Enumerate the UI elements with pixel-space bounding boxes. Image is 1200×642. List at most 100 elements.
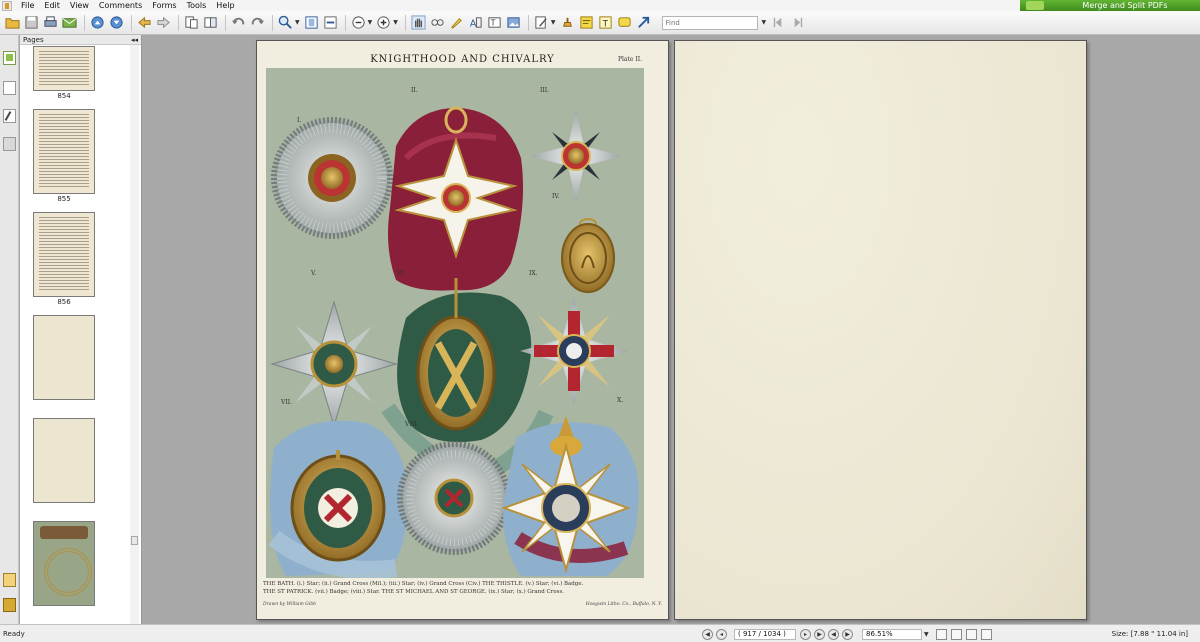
page-thumbnail[interactable] — [33, 315, 95, 400]
status-text: Ready — [3, 630, 25, 638]
email-icon[interactable] — [61, 14, 78, 31]
menu-forms[interactable]: Forms — [147, 0, 181, 11]
edit-icon[interactable] — [533, 14, 550, 31]
facing-view-button[interactable] — [965, 628, 977, 640]
plate-numeral: VI. — [397, 270, 406, 277]
copy-icon[interactable] — [3, 81, 16, 95]
open-icon[interactable] — [4, 14, 21, 31]
forward-icon[interactable] — [155, 14, 172, 31]
last-page-button[interactable]: ▶ — [814, 628, 825, 640]
extract-pages-icon[interactable] — [183, 14, 200, 31]
page-thumbnail[interactable] — [33, 418, 95, 503]
zoom-out-icon[interactable] — [350, 14, 367, 31]
arrow-icon[interactable] — [635, 14, 652, 31]
zoom-out-dropdown-arrow[interactable]: ▼ — [368, 19, 373, 26]
save-icon[interactable] — [23, 14, 40, 31]
single-page-view-button[interactable] — [935, 628, 947, 640]
find-previous-icon[interactable] — [770, 14, 787, 31]
toolbar-separator — [225, 14, 226, 31]
zoom-in-plus-icon[interactable] — [375, 14, 392, 31]
zoom-level-field[interactable]: 86.51% — [862, 628, 922, 640]
page-thumbnail[interactable] — [33, 212, 95, 297]
page-thumbnail-label: 854 — [57, 92, 71, 100]
grand-cross-military — [388, 106, 524, 291]
page-navigation: ◀ ◂ ( 917 / 1034 ) ▸ ▶ ◀ ▶ 86.51% ▼ — [702, 628, 992, 640]
hand-tool-icon[interactable] — [410, 14, 427, 31]
combine-icon[interactable] — [202, 14, 219, 31]
plate-numeral: III. — [540, 87, 550, 94]
page-number-field[interactable]: ( 917 / 1034 ) — [734, 628, 796, 640]
app-icon — [2, 0, 12, 11]
plate-numeral: VIII. — [405, 421, 419, 428]
zoom-in-icon[interactable] — [277, 14, 294, 31]
badge-of-st-patrick — [268, 420, 408, 578]
layers-icon[interactable] — [3, 137, 16, 151]
merge-split-banner[interactable]: Merge and Split PDFs — [1020, 0, 1200, 11]
menu-edit[interactable]: Edit — [39, 0, 65, 11]
menu-view[interactable]: View — [65, 0, 94, 11]
pages-scrollbar-thumb[interactable] — [131, 536, 138, 545]
collapse-panel-icon[interactable]: ◂◂ — [131, 35, 138, 45]
attachments-icon[interactable] — [3, 573, 16, 587]
continuous-facing-view-button[interactable] — [980, 628, 992, 640]
find-next-icon[interactable] — [789, 14, 806, 31]
document-viewport[interactable]: KNIGHTHOOD AND CHIVALRY Plate II. I. II.… — [143, 35, 1200, 624]
paperclip-icon[interactable] — [3, 598, 16, 612]
pages-panel-icon[interactable] — [3, 51, 16, 65]
plate-title: KNIGHTHOOD AND CHIVALRY — [370, 54, 555, 65]
page-thumbnail[interactable] — [33, 46, 95, 91]
menu-bar: File Edit View Comments Forms Tools Help… — [0, 0, 1200, 11]
menu-comments[interactable]: Comments — [94, 0, 147, 11]
toolbar-separator — [178, 14, 179, 31]
select-text-icon[interactable]: A — [467, 14, 484, 31]
first-page-button[interactable]: ◀ — [702, 628, 713, 640]
plate-numeral: X. — [617, 397, 624, 404]
zoom-level-dropdown-arrow[interactable]: ▼ — [924, 631, 929, 638]
svg-text:T: T — [601, 18, 608, 28]
print-icon[interactable] — [42, 14, 59, 31]
previous-page-button[interactable]: ◂ — [716, 628, 727, 640]
next-page-icon[interactable] — [108, 14, 125, 31]
plate-numeral: IV. — [552, 193, 560, 200]
undo-icon[interactable] — [230, 14, 247, 31]
page-thumbnail-current[interactable] — [33, 521, 95, 606]
zoom-dropdown-arrow[interactable]: ▼ — [295, 19, 300, 26]
redo-icon[interactable] — [249, 14, 266, 31]
menu-help[interactable]: Help — [211, 0, 239, 11]
menu-file[interactable]: File — [16, 0, 39, 11]
continuous-view-button[interactable] — [950, 628, 962, 640]
snapshot-icon[interactable] — [429, 14, 446, 31]
plate-numeral: II. — [411, 87, 418, 94]
edit-dropdown-arrow[interactable]: ▼ — [551, 19, 556, 26]
back-view-button[interactable]: ◀ — [828, 628, 839, 640]
forward-view-button[interactable]: ▶ — [842, 628, 853, 640]
page-thumbnail[interactable] — [33, 109, 95, 194]
plate-numeral: I. — [297, 117, 302, 124]
back-icon[interactable] — [136, 14, 153, 31]
next-page-button[interactable]: ▸ — [800, 628, 811, 640]
stamp-icon[interactable] — [559, 14, 576, 31]
prev-page-icon[interactable] — [89, 14, 106, 31]
toolbar-separator — [131, 14, 132, 31]
text-box-icon[interactable]: T — [597, 14, 614, 31]
document-page-left: KNIGHTHOOD AND CHIVALRY Plate II. I. II.… — [256, 40, 669, 620]
menu-tools[interactable]: Tools — [182, 0, 212, 11]
find-dropdown-arrow[interactable]: ▼ — [762, 19, 767, 26]
svg-text:A: A — [470, 18, 477, 29]
page-thumbnail-label: 856 — [57, 298, 71, 306]
page-thumbnail-label: 855 — [57, 195, 71, 203]
fit-width-icon[interactable] — [322, 14, 339, 31]
plate-number: Plate II. — [617, 56, 642, 63]
typewriter-icon[interactable]: T — [486, 14, 503, 31]
image-icon[interactable] — [505, 14, 522, 31]
page-size-text: Size: [7.88 " 11.04 in] — [1111, 630, 1188, 638]
note-icon[interactable] — [578, 14, 595, 31]
find-input[interactable] — [661, 15, 758, 30]
pages-scrollbar[interactable] — [130, 45, 139, 624]
comment-icon[interactable] — [616, 14, 633, 31]
main-toolbar: ▼ ▼ ▼ A T ▼ T ▼ — [0, 11, 1200, 35]
zoom-in-dropdown-arrow[interactable]: ▼ — [393, 19, 398, 26]
fit-page-icon[interactable] — [303, 14, 320, 31]
signature-icon[interactable] — [3, 109, 16, 123]
highlight-icon[interactable] — [448, 14, 465, 31]
